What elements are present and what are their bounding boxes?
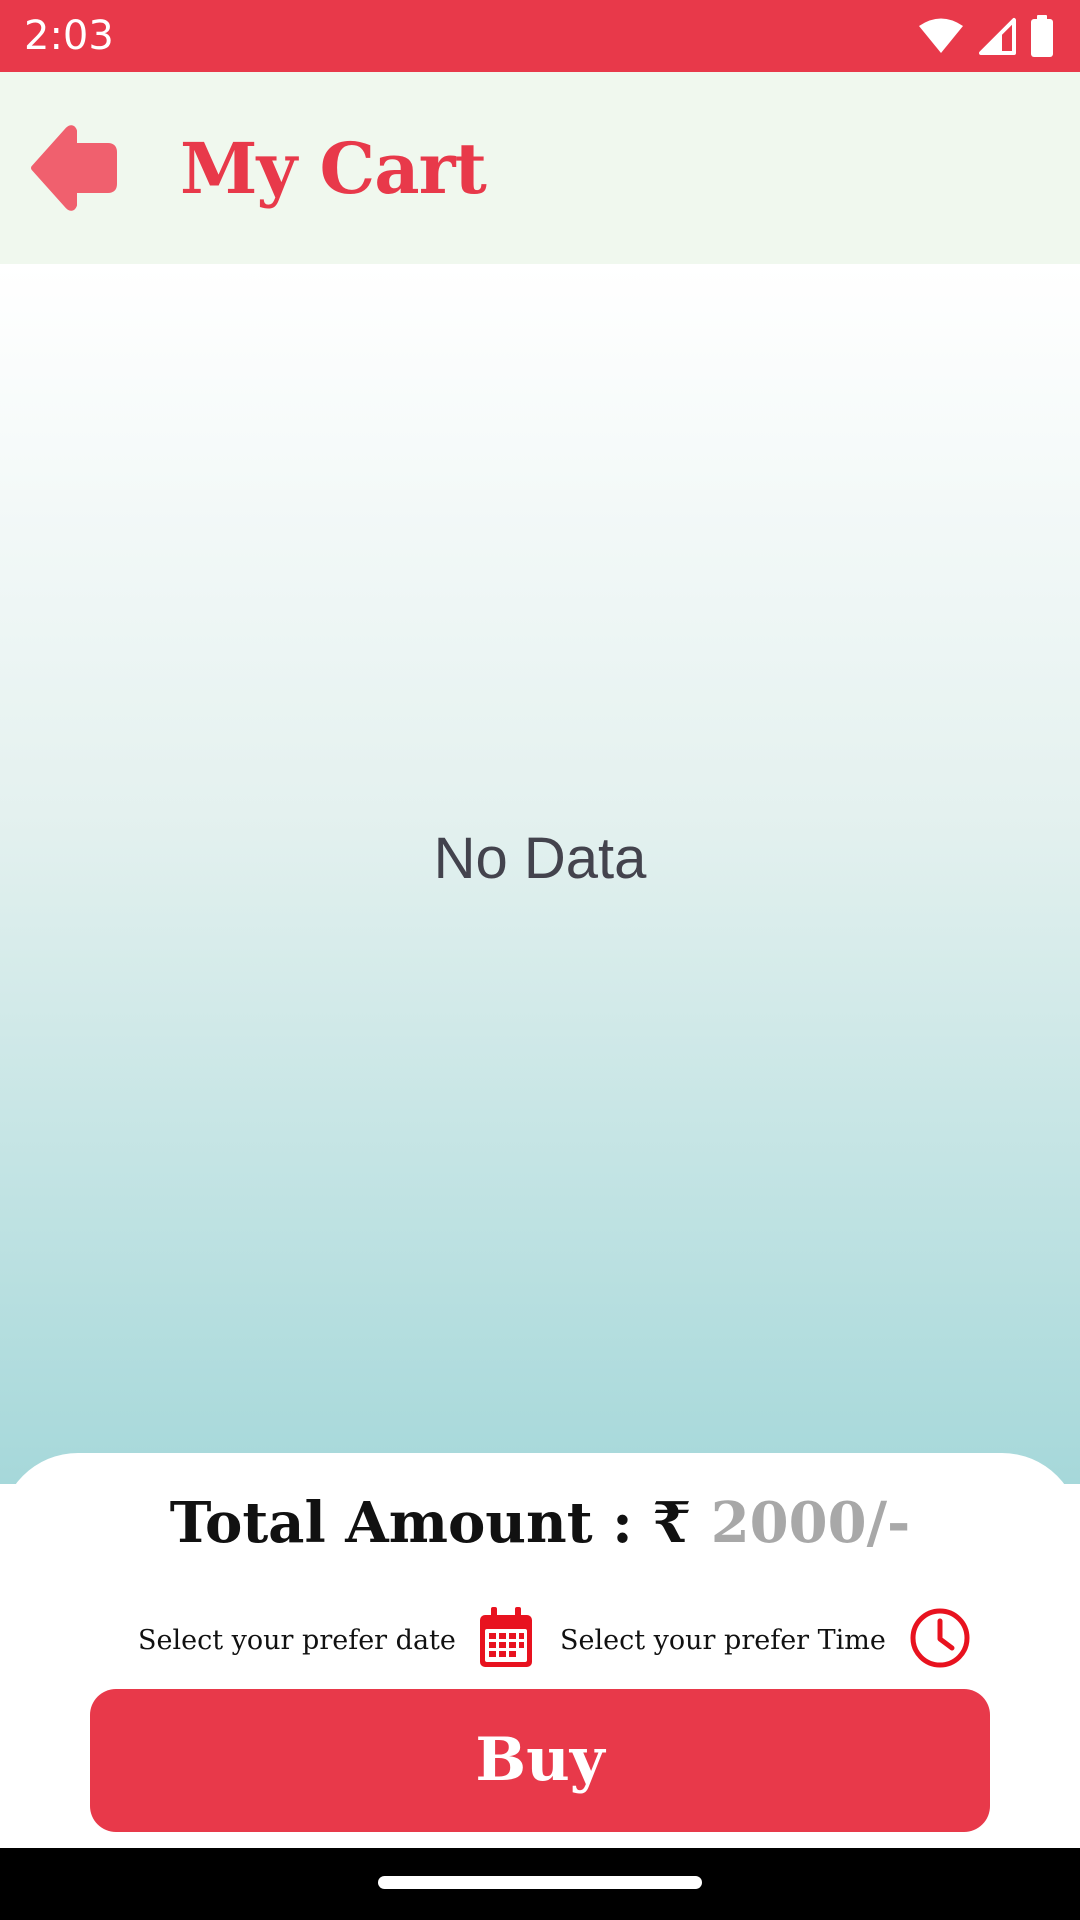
wifi-icon [918, 17, 964, 55]
time-picker-button[interactable]: Select your prefer Time [560, 1605, 972, 1675]
total-amount-label: Total Amount : ₹ [169, 1490, 692, 1556]
page-title: My Cart [180, 127, 487, 210]
navigation-bar [0, 1848, 1080, 1920]
buy-button[interactable]: Buy [90, 1689, 990, 1832]
home-indicator[interactable] [378, 1876, 702, 1889]
time-picker-label: Select your prefer Time [560, 1624, 886, 1656]
status-bar: 2:03 [0, 0, 1080, 72]
battery-icon [1030, 15, 1054, 57]
status-time: 2:03 [24, 13, 114, 59]
cart-list-area: No Data [0, 264, 1080, 1484]
total-amount-value: 2000/- [710, 1490, 911, 1556]
clock-icon[interactable] [908, 1606, 972, 1674]
app-bar: My Cart [0, 72, 1080, 264]
back-arrow-icon [28, 124, 120, 212]
back-button[interactable] [28, 124, 120, 212]
date-picker-button[interactable]: Select your prefer date [138, 1605, 534, 1675]
date-picker-label: Select your prefer date [138, 1624, 456, 1656]
checkout-panel: Total Amount : ₹ 2000/- Select your pref… [0, 1453, 1080, 1848]
status-icons [918, 14, 1054, 58]
signal-icon [978, 17, 1016, 55]
total-amount: Total Amount : ₹ 2000/- [0, 1483, 1080, 1563]
schedule-row: Select your prefer date Select your pref… [0, 1605, 1080, 1675]
empty-state-message: No Data [433, 826, 647, 891]
calendar-icon[interactable] [478, 1607, 534, 1673]
